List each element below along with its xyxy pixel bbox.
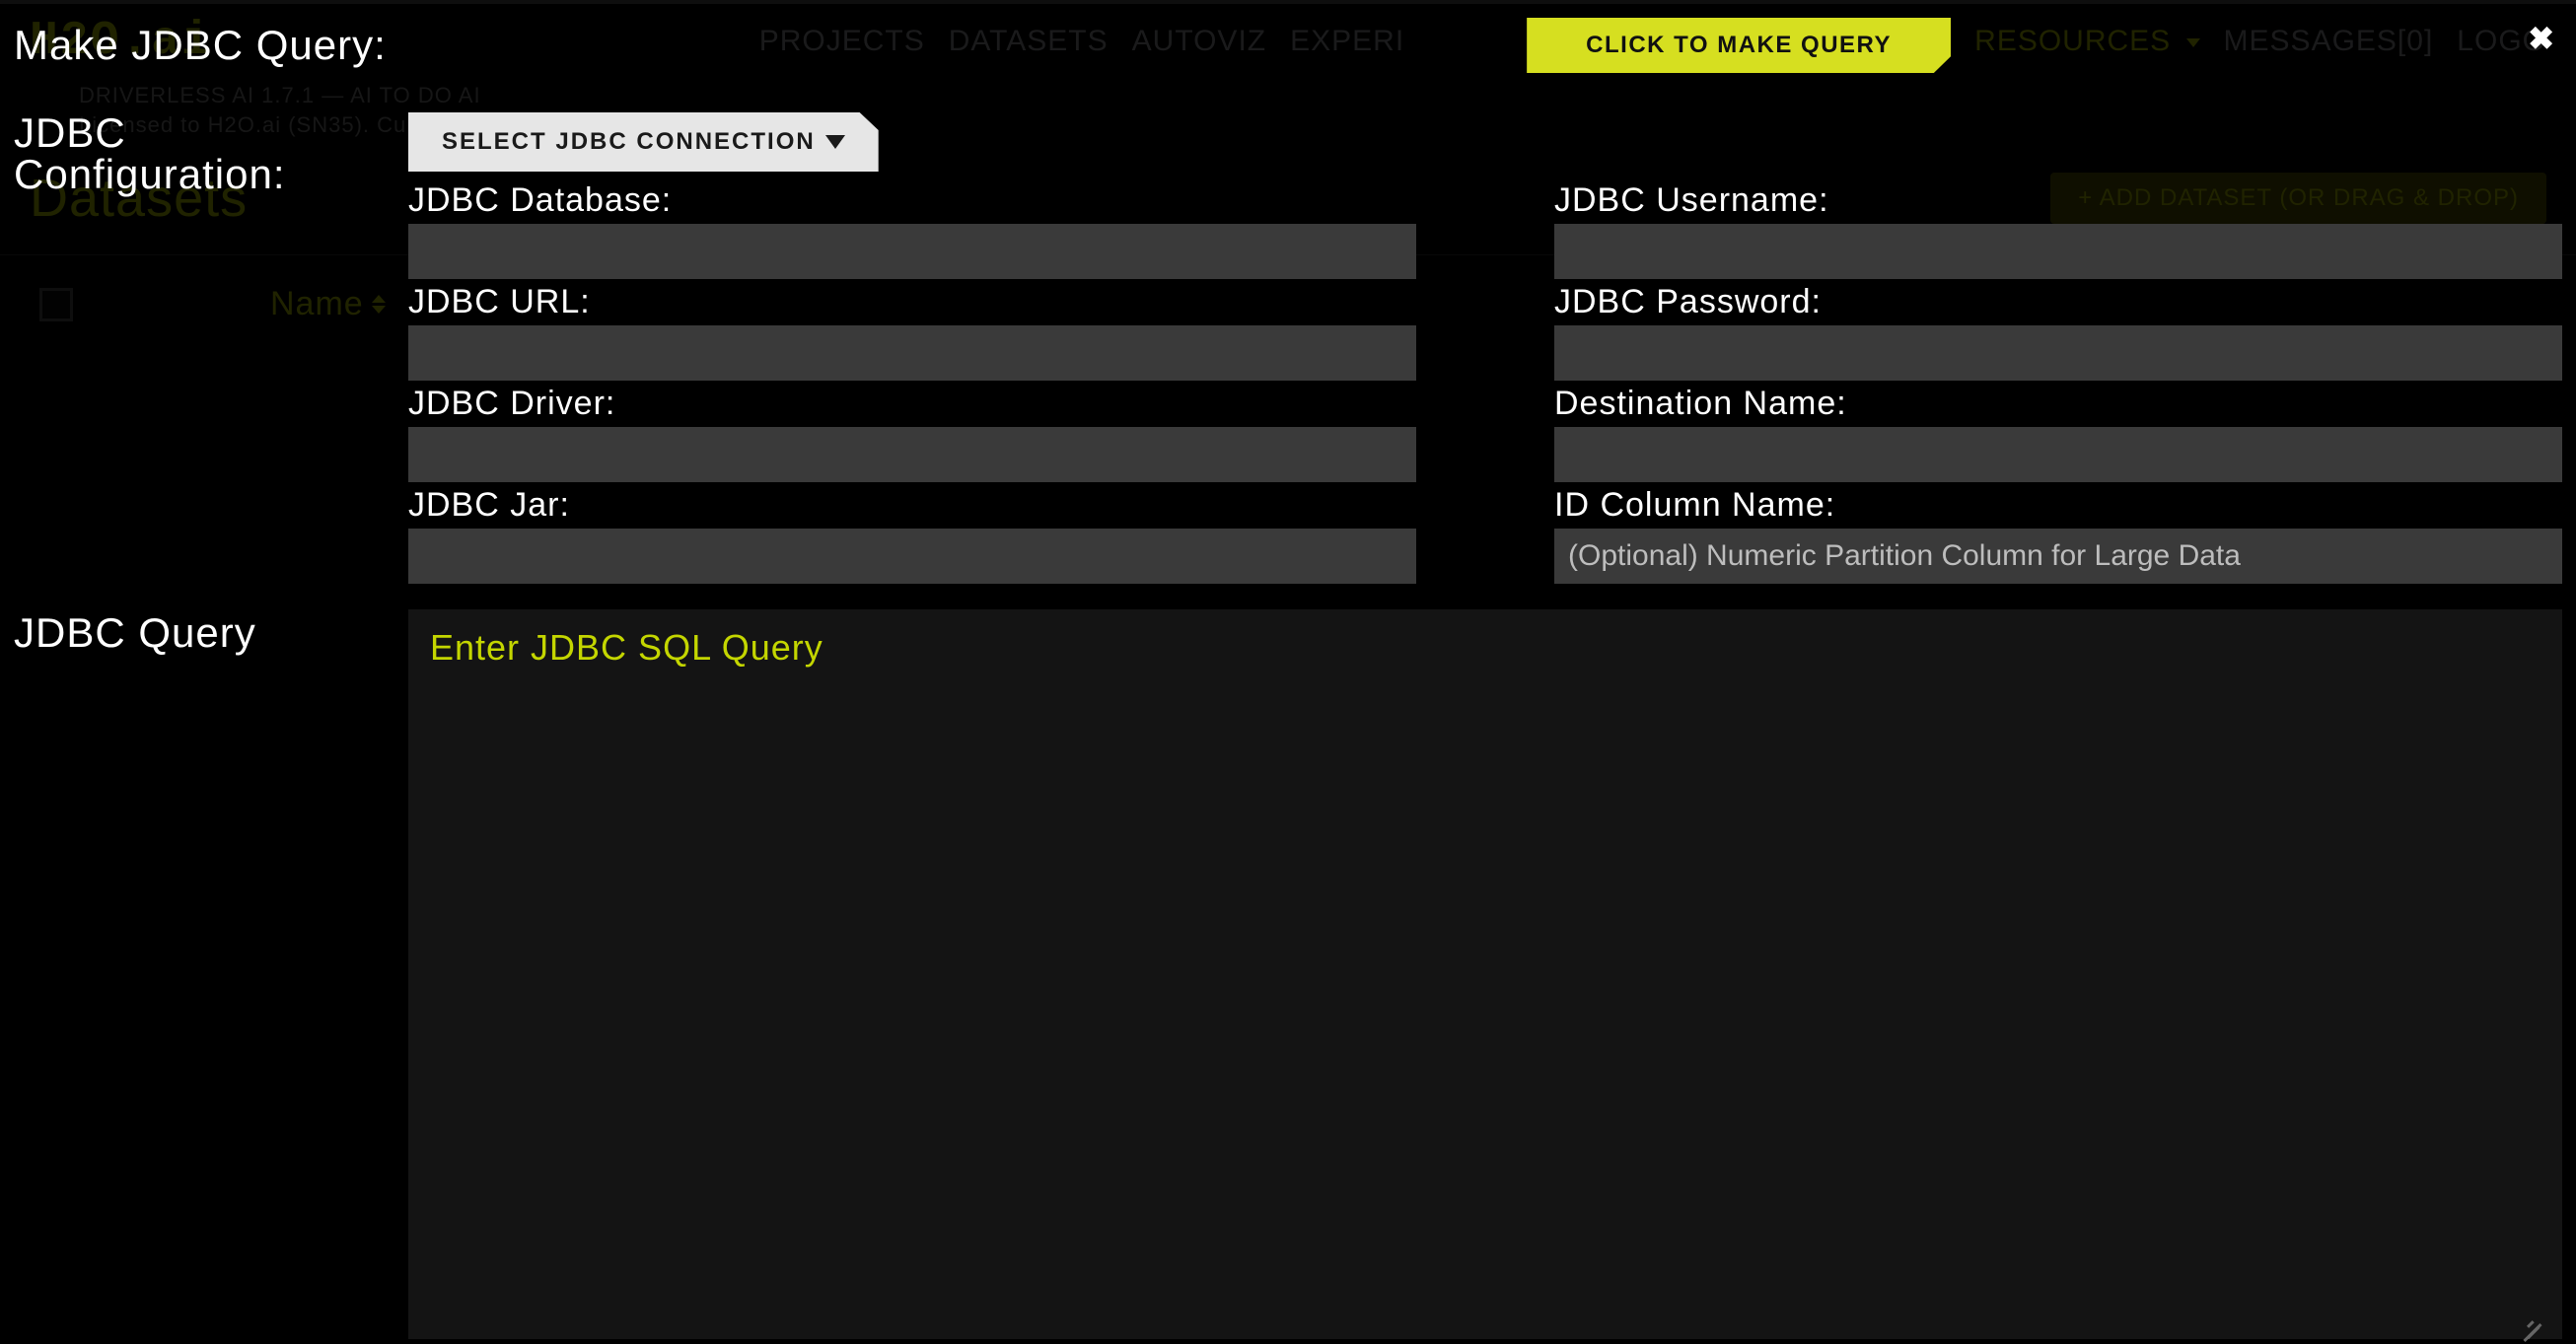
query-row: JDBC Query (14, 609, 2562, 1344)
modal-header: Make JDBC Query: CLICK TO MAKE QUERY ✖ (14, 18, 2562, 73)
jdbc-username-label: JDBC Username: (1554, 181, 2562, 220)
config-section-label-l2: Configuration: (14, 151, 286, 197)
jdbc-password-label: JDBC Password: (1554, 283, 2562, 321)
jdbc-url-label: JDBC URL: (408, 283, 1416, 321)
query-section-label: JDBC Query (14, 609, 408, 1344)
select-jdbc-connection-label: SELECT JDBC CONNECTION (442, 128, 816, 156)
jdbc-database-input[interactable] (408, 224, 1416, 279)
jdbc-jar-field: JDBC Jar: (408, 486, 1416, 584)
jdbc-query-modal: Make JDBC Query: CLICK TO MAKE QUERY ✖ J… (0, 0, 2576, 1333)
jdbc-database-field: JDBC Database: (408, 181, 1416, 279)
modal-body: JDBC Configuration: SELECT JDBC CONNECTI… (14, 112, 2562, 584)
jdbc-driver-field: JDBC Driver: (408, 385, 1416, 482)
id-column-name-input[interactable] (1554, 529, 2562, 584)
select-jdbc-connection-button[interactable]: SELECT JDBC CONNECTION (408, 112, 879, 172)
jdbc-database-label: JDBC Database: (408, 181, 1416, 220)
jdbc-driver-input[interactable] (408, 427, 1416, 482)
id-column-name-field: ID Column Name: (1554, 486, 2562, 584)
config-panel: SELECT JDBC CONNECTION JDBC Database: JD… (408, 112, 2562, 584)
jdbc-jar-label: JDBC Jar: (408, 486, 1416, 525)
jdbc-jar-input[interactable] (408, 529, 1416, 584)
jdbc-username-input[interactable] (1554, 224, 2562, 279)
id-column-name-label: ID Column Name: (1554, 486, 2562, 525)
jdbc-query-textarea[interactable] (408, 609, 2562, 1339)
jdbc-password-input[interactable] (1554, 325, 2562, 381)
select-connection-row: SELECT JDBC CONNECTION (408, 112, 1416, 172)
destination-name-input[interactable] (1554, 427, 2562, 482)
close-icon[interactable]: ✖ (2528, 20, 2554, 57)
spacer (1554, 112, 2562, 177)
jdbc-url-field: JDBC URL: (408, 283, 1416, 381)
config-section-label: JDBC Configuration: (14, 112, 408, 584)
config-section-label-l1: JDBC (14, 109, 126, 156)
query-wrap (408, 609, 2562, 1344)
chevron-down-icon (825, 135, 845, 149)
modal-title: Make JDBC Query: (14, 22, 387, 69)
destination-name-label: Destination Name: (1554, 385, 2562, 423)
jdbc-url-input[interactable] (408, 325, 1416, 381)
jdbc-driver-label: JDBC Driver: (408, 385, 1416, 423)
make-query-button[interactable]: CLICK TO MAKE QUERY (1527, 18, 1951, 73)
destination-name-field: Destination Name: (1554, 385, 2562, 482)
jdbc-username-field: JDBC Username: (1554, 181, 2562, 279)
jdbc-password-field: JDBC Password: (1554, 283, 2562, 381)
